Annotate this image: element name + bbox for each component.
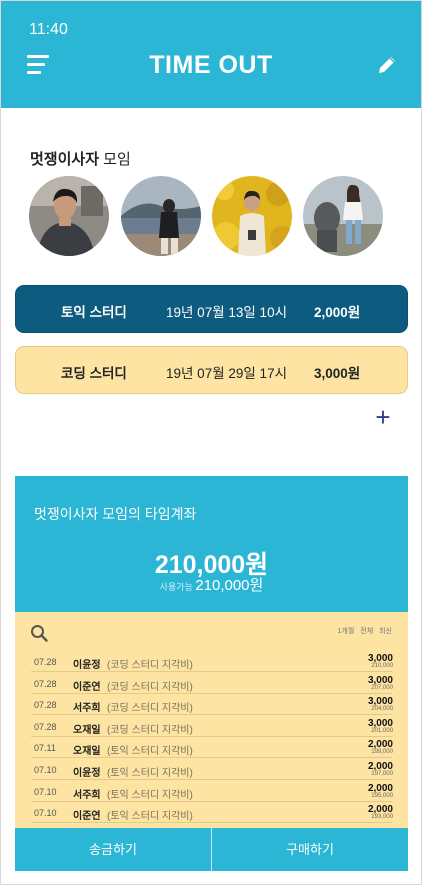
transaction-row[interactable]: 07.28 오재일 (코딩 스터디 지각비) 3,000 201,000 <box>15 715 408 737</box>
transaction-description: (코딩 스터디 지각비) <box>107 703 193 715</box>
transaction-balance: 204,000 <box>371 706 393 713</box>
transaction-name: 서주희 <box>73 703 101 715</box>
available-balance: 사용가능 210,000원 <box>15 574 408 595</box>
study-name: 코딩 스터디 <box>61 366 127 381</box>
study-date: 19년 07월 13일 10시 <box>166 305 287 320</box>
member-avatar-2[interactable] <box>121 176 201 256</box>
filter-type[interactable]: 전체 <box>360 628 373 635</box>
transaction-description: (코딩 스터디 지각비) <box>107 681 193 693</box>
transaction-date: 07.28 <box>34 700 57 711</box>
transaction-name: 서주희 <box>73 789 101 801</box>
transaction-date: 07.10 <box>34 808 57 819</box>
transaction-description: (코딩 스터디 지각비) <box>107 724 193 736</box>
group-suffix: 모임 <box>99 151 131 168</box>
transaction-row[interactable]: 07.28 이준연 (코딩 스터디 지각비) 3,000 207,000 <box>15 672 408 694</box>
add-study-button[interactable]: + <box>372 404 394 430</box>
study-name: 토익 스터디 <box>61 305 127 320</box>
account-title: 멋쟁이사자 모임의 타임계좌 <box>34 506 197 522</box>
transaction-description: (토익 스터디 지각비) <box>107 811 193 823</box>
transaction-balance: 199,000 <box>371 749 393 756</box>
transaction-filter: 1개월 전체 최신 <box>334 626 392 636</box>
member-avatar-4[interactable] <box>303 176 383 256</box>
send-money-button[interactable]: 송금하기 <box>15 828 211 871</box>
transaction-description: (토익 스터디 지각비) <box>107 746 193 758</box>
available-label: 사용가능 <box>159 582 196 592</box>
study-date: 19년 07월 29일 17시 <box>166 366 287 381</box>
transaction-date: 07.28 <box>34 657 57 667</box>
transaction-row[interactable]: 07.10 이윤정 (토익 스터디 지각비) 2,000 197,000 <box>15 758 408 780</box>
transaction-row[interactable]: 07.11 오재일 (토익 스터디 지각비) 2,000 199,000 <box>15 736 408 759</box>
purchase-button[interactable]: 구매하기 <box>212 828 408 871</box>
app-header: 11:40 TIME OUT <box>1 1 421 108</box>
transaction-date: 07.10 <box>34 786 57 797</box>
transaction-name: 이윤정 <box>73 660 101 671</box>
transaction-date: 07.28 <box>34 678 57 689</box>
transaction-date: 07.28 <box>34 721 57 732</box>
app-title: TIME OUT <box>149 51 273 79</box>
transaction-description: (토익 스터디 지각비) <box>107 789 193 801</box>
transaction-description: (코딩 스터디 지각비) <box>107 660 193 671</box>
transaction-row[interactable]: 07.28 서주희 (코딩 스터디 지각비) 3,000 204,000 <box>15 693 408 716</box>
transaction-date: 07.10 <box>34 765 57 775</box>
member-avatar-1[interactable] <box>29 176 109 256</box>
transaction-name: 이윤정 <box>73 768 101 779</box>
filter-order[interactable]: 최신 <box>379 628 392 635</box>
filter-period[interactable]: 1개월 <box>338 628 355 635</box>
study-item-toeic[interactable]: 토익 스터디 19년 07월 13일 10시 2,000원 <box>15 285 408 333</box>
transaction-description: (토익 스터디 지각비) <box>107 768 193 779</box>
transaction-name: 이준연 <box>73 681 101 693</box>
transaction-balance: 201,000 <box>371 727 393 734</box>
group-title: 멋쟁이사자 모임 <box>30 148 131 169</box>
pencil-icon[interactable] <box>375 53 399 77</box>
transaction-name: 오재일 <box>73 746 101 758</box>
transaction-name: 이준연 <box>73 811 101 823</box>
transaction-balance: 207,000 <box>371 684 393 691</box>
study-amount: 2,000원 <box>314 305 361 320</box>
study-amount: 3,000원 <box>314 366 361 381</box>
available-amount: 210,000원 <box>195 577 264 594</box>
search-icon[interactable] <box>30 624 48 642</box>
group-name: 멋쟁이사자 <box>30 151 100 168</box>
study-item-coding[interactable]: 코딩 스터디 19년 07월 29일 17시 3,000원 <box>15 346 408 394</box>
transaction-balance: 197,000 <box>371 771 393 777</box>
transaction-balance: 193,000 <box>371 814 393 821</box>
transaction-name: 오재일 <box>73 724 101 736</box>
account-card: 멋쟁이사자 모임의 타임계좌 210,000원 사용가능 210,000원 <box>15 476 408 612</box>
transaction-panel: 1개월 전체 최신 07.28 이윤정 (코딩 스터디 지각비) 3,000 210,0… <box>15 612 408 828</box>
transaction-row[interactable]: 07.10 서주희 (토익 스터디 지각비) 2,000 195,000 <box>15 780 408 802</box>
transaction-balance: 210,000 <box>371 663 393 669</box>
transaction-balance: 195,000 <box>371 792 393 799</box>
status-time: 11:40 <box>29 21 68 38</box>
transaction-row[interactable]: 07.28 이윤정 (코딩 스터디 지각비) 3,000 210,000 <box>15 650 408 672</box>
member-avatar-3[interactable] <box>212 176 292 256</box>
transaction-row[interactable]: 07.10 이준연 (토익 스터디 지각비) 2,000 193,000 <box>15 801 408 824</box>
transaction-date: 07.11 <box>34 743 56 754</box>
